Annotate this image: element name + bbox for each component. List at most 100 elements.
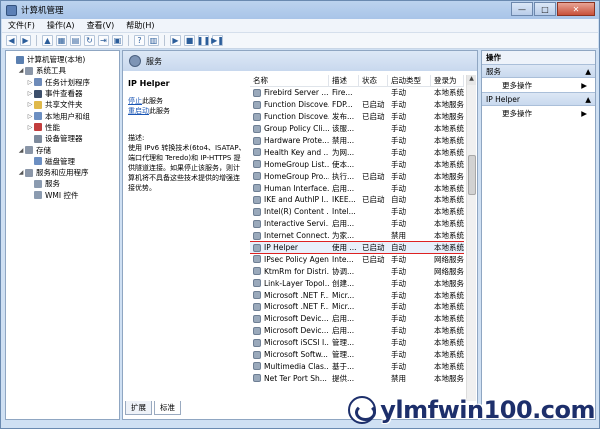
table-row[interactable]: Intel(R) Content ... Intel... 手动 本地系统 bbox=[250, 206, 464, 218]
help-icon[interactable]: ? bbox=[134, 35, 145, 46]
table-cell: 本地系统 bbox=[434, 350, 464, 360]
tree-node[interactable]: ◢ 存储 bbox=[6, 144, 119, 155]
table-row[interactable]: Internet Connect... 为家... 禁用 本地系统 bbox=[250, 230, 464, 242]
minimize-button[interactable]: — bbox=[511, 2, 533, 16]
column-header[interactable]: 启动类型 bbox=[388, 75, 431, 87]
table-row[interactable]: Microsoft Devic... 启用... 手动 本地系统 bbox=[250, 325, 464, 337]
vertical-scrollbar[interactable]: ▲ bbox=[466, 75, 476, 401]
actions-section-ip-helper[interactable]: IP Helper ▲ bbox=[482, 92, 595, 106]
table-row[interactable]: KtmRm for Distri... 协调... 手动 网络服务 bbox=[250, 265, 464, 277]
console-tree-icon[interactable]: ▦ bbox=[56, 35, 67, 46]
tree-node[interactable]: ◢ 系统工具 bbox=[6, 65, 119, 76]
maximize-button[interactable]: □ bbox=[534, 2, 556, 16]
expand-icon[interactable]: ▷ bbox=[26, 124, 34, 131]
refresh-icon[interactable]: ↻ bbox=[84, 35, 95, 46]
expand-icon[interactable]: ◢ bbox=[17, 169, 25, 176]
table-row[interactable]: IPsec Policy Agent Inte... 已启动 手动 网络服务 bbox=[250, 253, 464, 265]
table-row[interactable]: Microsoft iSCSI I... 管理... 手动 本地系统 bbox=[250, 337, 464, 349]
expand-icon[interactable]: ◢ bbox=[17, 67, 25, 74]
menu-file[interactable]: 文件(F) bbox=[8, 20, 35, 31]
collapse-icon[interactable]: ▲ bbox=[585, 95, 591, 104]
tree-node[interactable]: ▷ 任务计划程序 bbox=[6, 77, 119, 88]
tree-node[interactable]: WMI 控件 bbox=[6, 190, 119, 201]
more-actions-ip-helper[interactable]: 更多操作 ▶ bbox=[482, 106, 595, 120]
table-row[interactable]: Microsoft Devic... 启用... 手动 本地系统 bbox=[250, 313, 464, 325]
tree-node[interactable]: ◢ 服务和应用程序 bbox=[6, 167, 119, 178]
scroll-up-icon[interactable]: ▲ bbox=[467, 75, 476, 85]
table-row[interactable]: Health Key and ... 为网... 手动 本地系统 bbox=[250, 146, 464, 158]
tree-node[interactable]: 磁盘管理 bbox=[6, 156, 119, 167]
column-header[interactable]: 登录为 bbox=[431, 75, 464, 87]
column-header[interactable]: 状态 bbox=[359, 75, 388, 87]
up-folder-icon[interactable]: ▲ bbox=[42, 35, 53, 46]
table-cell: 管理... bbox=[332, 338, 355, 348]
service-name-cell: Net Ter Port Sh... bbox=[250, 374, 329, 383]
expand-icon[interactable]: ◢ bbox=[17, 147, 25, 154]
table-row[interactable]: Multimedia Clas... 基于... 手动 本地系统 bbox=[250, 360, 464, 372]
expand-icon[interactable]: ▷ bbox=[26, 101, 34, 108]
export-list-icon[interactable]: ⇥ bbox=[98, 35, 109, 46]
tree-node[interactable]: ▷ 性能 bbox=[6, 122, 119, 133]
view-icon[interactable]: ▥ bbox=[148, 35, 159, 46]
table-cell: 手动 bbox=[391, 124, 406, 134]
table-row[interactable]: Function Discove... 发布... 已启动 手动 本地服务 bbox=[250, 111, 464, 123]
table-row[interactable]: Link-Layer Topol... 创建... 手动 本地服务 bbox=[250, 277, 464, 289]
scroll-thumb[interactable] bbox=[468, 155, 476, 195]
table-row[interactable]: IP Helper 使用 ... 已启动 自动 本地系统 bbox=[250, 240, 464, 255]
table-row[interactable]: Net Ter Port Sh... 提供... 禁用 本地服务 bbox=[250, 372, 464, 384]
tree-node[interactable]: ▷ 本地用户和组 bbox=[6, 110, 119, 121]
table-row[interactable]: HomeGroup Pro... 执行... 已启动 手动 本地服务 bbox=[250, 170, 464, 182]
table-row[interactable]: Microsoft Softw... 管理... 手动 本地系统 bbox=[250, 349, 464, 361]
table-row[interactable]: HomeGroup List... 使本... 手动 本地系统 bbox=[250, 158, 464, 170]
collapse-icon[interactable]: ▲ bbox=[585, 67, 591, 76]
tree-node[interactable]: 服务 bbox=[6, 178, 119, 189]
back-icon[interactable]: ◀ bbox=[6, 35, 17, 46]
actions-section-services[interactable]: 服务 ▲ bbox=[482, 64, 595, 78]
tree-node[interactable]: 设备管理器 bbox=[6, 133, 119, 144]
stop-service-link[interactable]: 停止 bbox=[128, 97, 142, 105]
tab-extended[interactable]: 扩展 bbox=[125, 401, 152, 415]
service-icon bbox=[253, 314, 261, 323]
menu-help[interactable]: 帮助(H) bbox=[126, 20, 154, 31]
forward-icon[interactable]: ▶ bbox=[20, 35, 31, 46]
table-row[interactable]: Hardware Prote... 禁用... 手动 本地系统 bbox=[250, 135, 464, 147]
table-row[interactable]: Human Interface... 启用... 手动 本地系统 bbox=[250, 182, 464, 194]
menu-action[interactable]: 操作(A) bbox=[47, 20, 75, 31]
table-row[interactable]: Firebird Server ... Fire... 手动 本地系统 bbox=[250, 87, 464, 99]
stop-service-icon[interactable]: ■ bbox=[184, 35, 195, 46]
tree-node-label: 服务和应用程序 bbox=[36, 168, 89, 178]
console-tree[interactable]: 计算机管理(本地) ◢ 系统工具 ▷ 任务计划程序 ▷ 事件查看器 ▷ 共享文件夹 ▷ 本地用户和组… bbox=[5, 50, 120, 420]
table-cell: 已启动 bbox=[362, 100, 385, 110]
table-row[interactable]: IKE and AuthIP I... IKEE... 已启动 自动 本地系统 bbox=[250, 194, 464, 206]
table-row[interactable]: Interactive Servi... 启用... 手动 本地系统 bbox=[250, 218, 464, 230]
column-header[interactable]: 名称 bbox=[250, 75, 329, 87]
services-list[interactable]: 名称 描述 状态 启动类型 登录为 Firebird Server ... Fire...… bbox=[250, 75, 464, 401]
start-service-icon[interactable]: ▶ bbox=[170, 35, 181, 46]
tab-standard[interactable]: 标准 bbox=[154, 401, 181, 415]
more-actions-services[interactable]: 更多操作 ▶ bbox=[482, 78, 595, 92]
column-header[interactable]: 描述 bbox=[329, 75, 359, 87]
properties-icon[interactable]: ▤ bbox=[70, 35, 81, 46]
table-row[interactable]: Microsoft .NET F... Micr... 手动 本地系统 bbox=[250, 289, 464, 301]
expand-icon[interactable]: ▷ bbox=[26, 90, 34, 97]
menu-view[interactable]: 查看(V) bbox=[87, 20, 115, 31]
tree-node[interactable]: ▷ 事件查看器 bbox=[6, 88, 119, 99]
tree-node[interactable]: ▷ 共享文件夹 bbox=[6, 99, 119, 110]
table-row[interactable]: Microsoft .NET F... Micr... 手动 本地系统 bbox=[250, 301, 464, 313]
service-name-cell: Link-Layer Topol... bbox=[250, 279, 329, 288]
table-row[interactable]: Group Policy Cli... 该服... 手动 本地系统 bbox=[250, 123, 464, 135]
tree-node-icon bbox=[34, 78, 42, 87]
service-name-cell: KtmRm for Distri... bbox=[250, 267, 329, 276]
table-row[interactable]: Function Discove... FDP... 已启动 手动 本地服务 bbox=[250, 99, 464, 111]
restart-service-icon[interactable]: ▶❚ bbox=[211, 35, 224, 46]
show-hide-icon[interactable]: ▣ bbox=[112, 35, 123, 46]
pause-service-icon[interactable]: ❚❚ bbox=[197, 35, 210, 46]
close-button[interactable]: ✕ bbox=[557, 2, 595, 16]
computer-management-window: 计算机管理 — □ ✕ 文件(F) 操作(A) 查看(V) 帮助(H) ◀ ▶ … bbox=[0, 0, 600, 429]
expand-icon[interactable]: ▷ bbox=[26, 113, 34, 120]
tree-node[interactable]: 计算机管理(本地) bbox=[6, 54, 119, 65]
restart-service-link[interactable]: 重启动 bbox=[128, 107, 149, 115]
service-icon bbox=[253, 362, 261, 371]
expand-icon[interactable]: ▷ bbox=[26, 79, 34, 86]
table-cell: 本地服务 bbox=[434, 100, 464, 110]
